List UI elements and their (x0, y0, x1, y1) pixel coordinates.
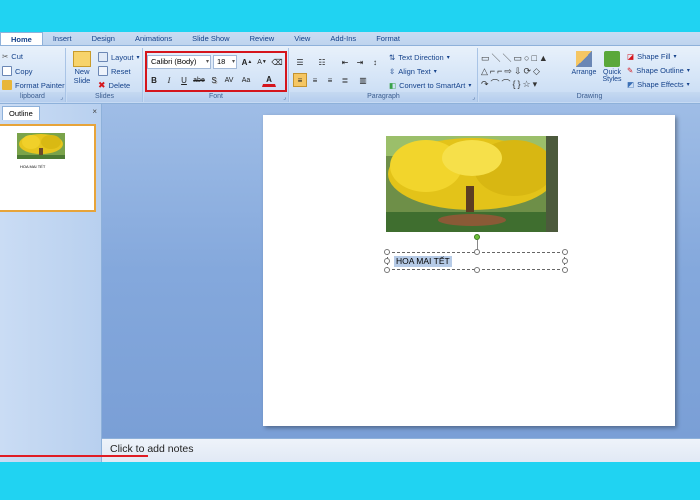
resize-handle-ne[interactable] (562, 249, 568, 255)
delete-button[interactable]: ✖ Delete (98, 80, 130, 91)
chevron-down-icon: ▾ (673, 54, 677, 60)
delete-icon: ✖ (98, 80, 106, 90)
paragraph-group-label: Paragraph (290, 92, 477, 102)
new-slide-icon (73, 51, 91, 67)
chevron-down-icon: ▾ (433, 69, 437, 75)
slides-panel: Outline × HOA MAI TẾT (0, 104, 102, 462)
arrange-button[interactable]: Arrange (570, 51, 598, 76)
drawing-group-label: Drawing (479, 92, 700, 102)
slide-thumbnail[interactable]: HOA MAI TẾT (0, 124, 96, 212)
resize-handle-nw[interactable] (384, 249, 390, 255)
layout-icon (98, 52, 108, 62)
clipboard-group-label: lipboard (0, 92, 65, 102)
quick-styles-button[interactable]: Quick Styles (599, 51, 625, 83)
format-painter-button[interactable]: Format Painter (2, 80, 65, 90)
resize-handle-w[interactable] (384, 258, 390, 264)
reset-icon (98, 66, 108, 76)
slide-picture[interactable] (386, 136, 558, 232)
slide-workspace: HOA MAI TẾT (102, 104, 700, 438)
resize-handle-sw[interactable] (384, 267, 390, 273)
shape-effects-button[interactable]: ◩ Shape Effects ▾ (627, 80, 690, 89)
pen-icon: ✎ (627, 66, 634, 75)
bullets-icon[interactable]: ☰ (293, 55, 307, 69)
thumbnail-picture (17, 133, 65, 159)
scissors-icon: ✂ (2, 52, 9, 61)
reset-button[interactable]: Reset (98, 66, 131, 76)
align-center-icon[interactable]: ≡ (308, 73, 322, 87)
align-text-icon: ⇳ (389, 67, 396, 76)
layout-button[interactable]: Layout ▾ (98, 52, 140, 62)
quick-styles-icon (604, 51, 620, 67)
tab-format[interactable]: Format (366, 32, 410, 45)
convert-smartart-button[interactable]: ◧ Convert to SmartArt ▾ (389, 81, 471, 90)
align-right-icon[interactable]: ≡ (323, 73, 337, 87)
rotation-handle[interactable] (474, 234, 480, 240)
new-slide-button[interactable]: New Slide (70, 51, 94, 85)
numbering-icon[interactable]: ☷ (315, 55, 329, 69)
shapes-row-1: ▭＼＼▭○□▲ (481, 53, 550, 63)
tab-insert[interactable]: Insert (43, 32, 82, 45)
effects-icon: ◩ (627, 80, 635, 89)
shapes-row-3: ↷⌒⌒{}☆▾ (481, 79, 540, 89)
copy-icon (2, 66, 12, 76)
tab-slide-show[interactable]: Slide Show (182, 32, 240, 45)
tab-add-ins[interactable]: Add-Ins (320, 32, 366, 45)
paint-bucket-icon: ◪ (627, 52, 635, 61)
line-spacing-icon[interactable]: ↕ (368, 55, 382, 69)
chevron-down-icon: ▾ (468, 83, 472, 89)
resize-handle-s[interactable] (474, 267, 480, 273)
slides-group: New Slide Layout ▾ Reset ✖ Delete Slides (67, 48, 143, 102)
tab-animations[interactable]: Animations (125, 32, 182, 45)
arrange-icon (576, 51, 592, 67)
notes-placeholder[interactable]: Click to add notes (110, 443, 193, 455)
resize-handle-n[interactable] (474, 249, 480, 255)
tab-outline[interactable]: Outline (2, 106, 40, 120)
chevron-down-icon: ▾ (686, 82, 690, 88)
justify-icon[interactable]: ≣ (338, 73, 352, 87)
tab-view[interactable]: View (284, 32, 320, 45)
shapes-row-2: △⌐⌐⇨⇩⟳◇ (481, 66, 542, 76)
ribbon: ✂ Cut Copy Format Painter lipboard ⌟ New… (0, 46, 700, 104)
increase-indent-icon[interactable]: ⇥ (353, 55, 367, 69)
paragraph-group: ☰ ☷ ⇤ ⇥ ↕ ≡ ≡ ≡ ≣ ▥ ⇅ Text Direction ▾ ⇳… (290, 48, 478, 102)
tab-review[interactable]: Review (240, 32, 285, 45)
chevron-down-icon: ▾ (446, 55, 450, 61)
decrease-indent-icon[interactable]: ⇤ (338, 55, 352, 69)
align-text-button[interactable]: ⇳ Align Text ▾ (389, 67, 437, 76)
red-underline-annotation (0, 455, 148, 457)
resize-handle-se[interactable] (562, 267, 568, 273)
copy-button[interactable]: Copy (2, 66, 33, 76)
paintbrush-icon (2, 80, 12, 90)
slide-canvas[interactable]: HOA MAI TẾT (263, 115, 675, 426)
slides-group-label: Slides (67, 92, 142, 102)
close-icon[interactable]: × (92, 107, 97, 116)
clipboard-launcher-icon[interactable]: ⌟ (60, 94, 63, 101)
shapes-gallery[interactable]: ▭＼＼▭○□▲ △⌐⌐⇨⇩⟳◇ ↷⌒⌒{}☆▾ (481, 52, 567, 92)
font-launcher-icon[interactable]: ⌟ (283, 94, 286, 101)
text-direction-icon: ⇅ (389, 53, 396, 62)
thumbnail-title: HOA MAI TẾT (20, 164, 46, 169)
notes-pane[interactable]: Click to add notes (102, 438, 700, 462)
text-direction-button[interactable]: ⇅ Text Direction ▾ (389, 53, 450, 62)
align-left-icon[interactable]: ≡ (293, 73, 307, 87)
clipboard-group: ✂ Cut Copy Format Painter lipboard ⌟ (0, 48, 66, 102)
font-group-label: Font (144, 92, 288, 102)
tab-home[interactable]: Home (0, 32, 43, 45)
chevron-down-icon: ▾ (136, 54, 140, 61)
columns-icon[interactable]: ▥ (356, 73, 370, 87)
chevron-down-icon: ▾ (686, 68, 690, 74)
shape-fill-button[interactable]: ◪ Shape Fill ▾ (627, 52, 676, 61)
cut-button[interactable]: ✂ Cut (2, 52, 23, 61)
font-highlight-box (145, 51, 287, 92)
slide-title-text[interactable]: HOA MAI TẾT (394, 256, 452, 267)
paragraph-launcher-icon[interactable]: ⌟ (472, 94, 475, 101)
title-textbox[interactable]: HOA MAI TẾT (384, 249, 568, 273)
shape-outline-button[interactable]: ✎ Shape Outline ▾ (627, 66, 690, 75)
drawing-group: ▭＼＼▭○□▲ △⌐⌐⇨⇩⟳◇ ↷⌒⌒{}☆▾ Arrange Quick St… (479, 48, 700, 102)
tab-design[interactable]: Design (82, 32, 125, 45)
resize-handle-e[interactable] (562, 258, 568, 264)
ribbon-tab-bar: Home Insert Design Animations Slide Show… (0, 32, 700, 46)
smartart-icon: ◧ (389, 81, 397, 90)
